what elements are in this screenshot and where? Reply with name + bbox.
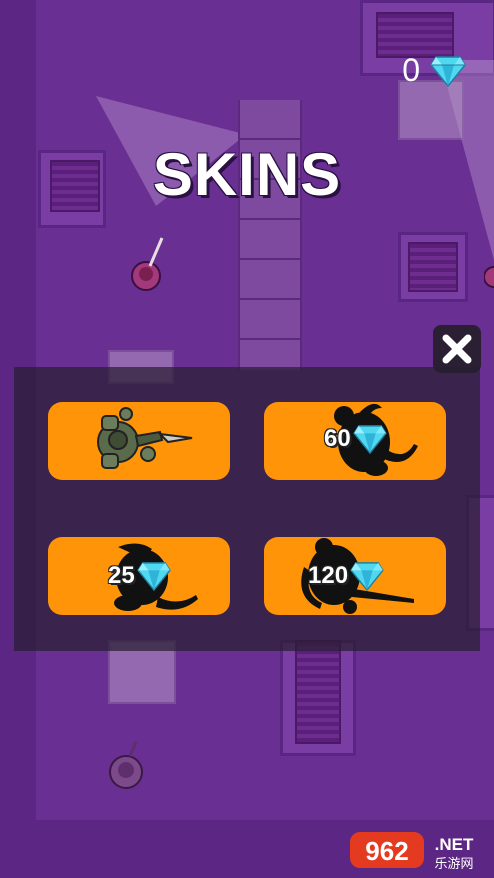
gem-count: 0 (402, 52, 420, 88)
skins-panel: 60 25 120 (14, 367, 480, 651)
soldier-skin-icon (97, 407, 193, 469)
gem-counter: 0 (402, 52, 466, 89)
guard-sprite (131, 237, 164, 291)
diamond-icon (430, 55, 466, 87)
guard-sprite (484, 266, 494, 288)
price-tag: 60 (324, 424, 387, 454)
price-label: 60 (324, 425, 351, 452)
svg-text:.NET: .NET (435, 835, 474, 854)
svg-text:乐游网: 乐游网 (434, 857, 473, 872)
close-button[interactable] (433, 325, 481, 373)
skin-card-chainsaw[interactable]: 120 (264, 537, 446, 615)
svg-text:962: 962 (365, 836, 408, 866)
map-tile (398, 80, 464, 140)
map-crate (295, 640, 341, 744)
price-tag: 25 (108, 561, 171, 591)
price-label: 120 (308, 562, 349, 589)
guard-sprite (109, 741, 143, 789)
skin-card-rat[interactable]: 60 (264, 402, 446, 480)
map-crate (408, 242, 458, 292)
close-icon (442, 334, 472, 364)
price-tag: 120 (308, 561, 384, 591)
diamond-icon (350, 562, 384, 591)
diamond-icon (136, 562, 171, 591)
diamond-icon (352, 425, 387, 454)
watermark-logo: 962 .NET 乐游网 (350, 832, 474, 872)
screen-title: SKINS (152, 141, 342, 208)
price-label: 25 (108, 562, 135, 589)
skin-card-soldier[interactable] (48, 402, 230, 480)
skin-card-lizard[interactable]: 25 (48, 537, 230, 615)
